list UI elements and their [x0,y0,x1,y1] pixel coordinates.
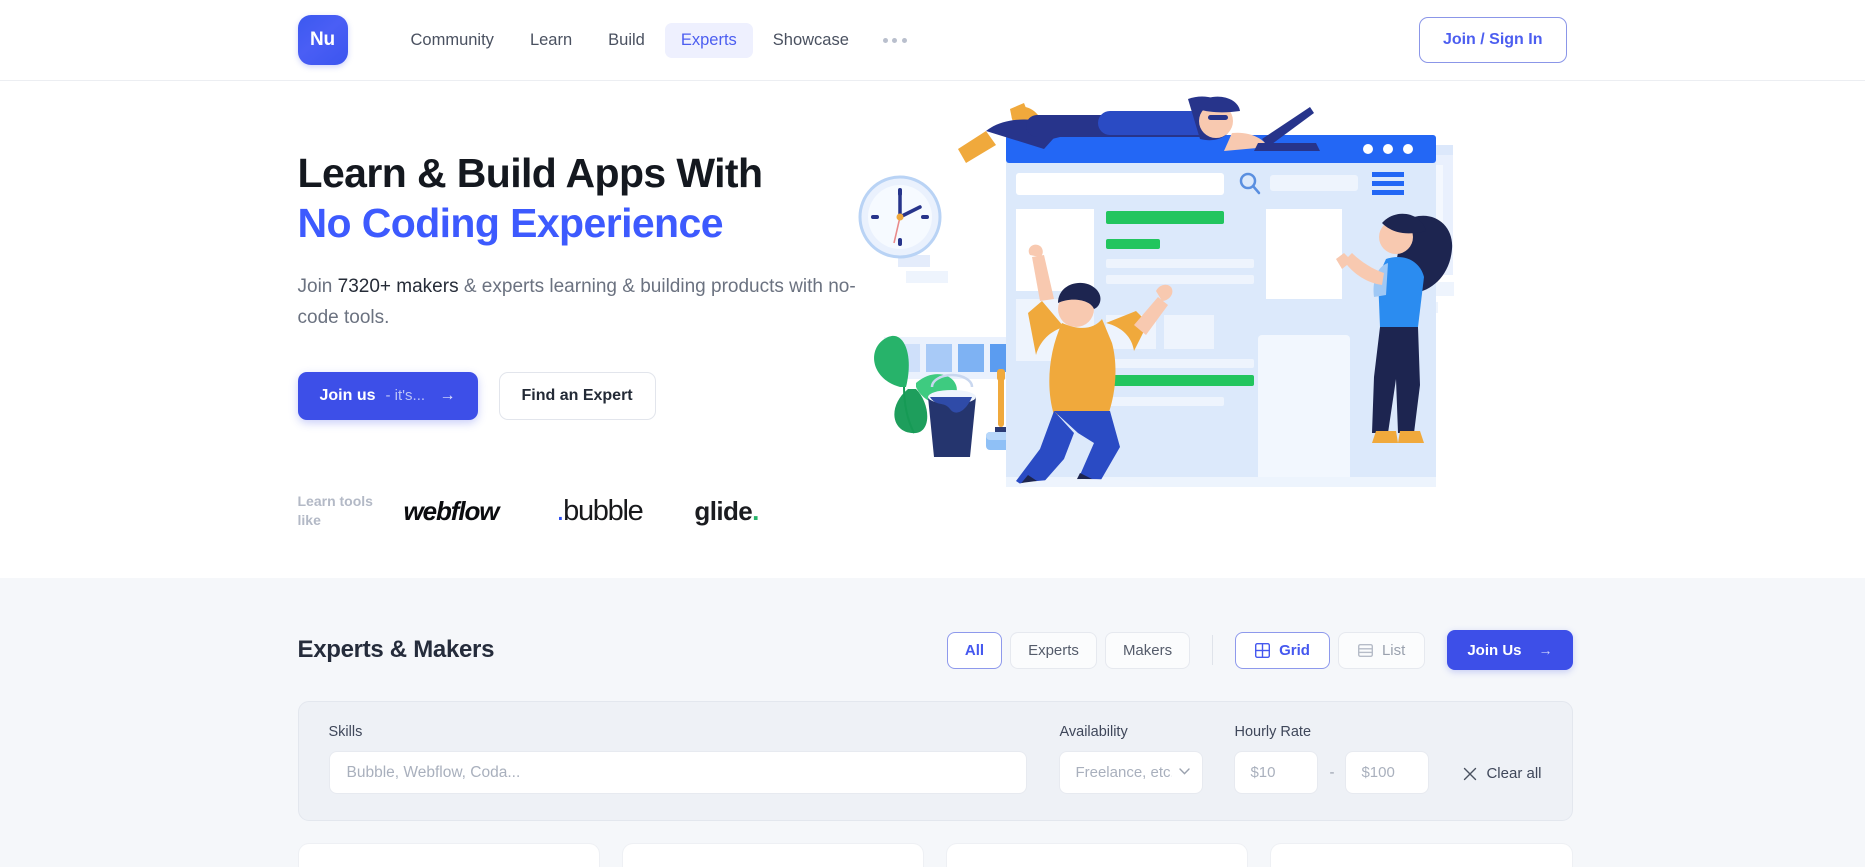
hero-subheading: Join 7320+ makers & experts learning & b… [298,272,868,334]
find-an-expert-button[interactable]: Find an Expert [498,371,656,420]
hourly-rate-row: - [1234,751,1430,794]
arrow-right-icon: → [1538,642,1553,658]
dot [882,37,888,43]
glide-logo: glide. [694,495,759,527]
hero-sub-prefix: Join [297,276,338,298]
clear-all-label: Clear all [1486,765,1542,782]
main-navigation: Community Learn Build Experts Showcase [395,22,921,58]
dot [901,37,907,43]
view-list-label: List [1381,641,1406,659]
webflow-logo: webflow [403,495,500,526]
ellipsis-icon[interactable] [869,28,921,53]
nav-item-experts[interactable]: Experts [664,22,753,58]
rate-max-input[interactable] [1345,751,1430,794]
view-grid-button[interactable]: Grid [1235,631,1330,669]
hourly-rate-filter-group: Hourly Rate - [1234,724,1430,794]
hero-content: Learn & Build Apps With No Coding Experi… [297,81,898,578]
join-us-section-button[interactable]: Join Us → [1447,630,1573,670]
expert-card[interactable] [621,843,924,867]
hero-inner: Learn & Build Apps With No Coding Experi… [293,81,1573,578]
join-us-sublabel: - it's... [385,387,426,405]
skills-filter-group: Skills [328,724,1028,794]
nav-item-showcase[interactable]: Showcase [757,23,865,58]
hero-heading-line1: Learn & Build Apps With [297,150,764,196]
rate-separator: - [1329,764,1335,781]
experts-section-title: Experts & Makers [297,636,495,663]
learn-tools-row: Learn tools like webflow .bubble glide. [298,492,898,531]
experts-section: Experts & Makers All Experts Makers Grid… [0,578,1865,867]
header-inner: Nu Community Learn Build Experts Showcas… [293,0,1573,80]
header-right: Join / Sign In [1418,17,1573,63]
arrow-right-icon: → [439,386,456,404]
hero-heading: Learn & Build Apps With No Coding Experi… [298,149,898,248]
learn-tools-label: Learn tools like [297,492,373,529]
expert-cards-strip [293,843,1573,867]
hero-section: Learn & Build Apps With No Coding Experi… [0,81,1865,578]
list-icon [1357,643,1373,657]
join-us-hero-button[interactable]: Join us - it's... → [297,371,478,420]
experts-inner: Experts & Makers All Experts Makers Grid… [293,578,1573,821]
glide-logo-text: glide [694,495,753,526]
rate-min-input[interactable] [1234,751,1319,794]
toolbar-divider [1212,635,1214,665]
availability-filter-group: Availability Freelance, etc. [1059,724,1234,794]
join-us-label: Join us [319,386,376,404]
filter-segment-group: All Experts Makers [946,631,1191,669]
segment-all[interactable]: All [946,631,1003,669]
filter-panel: Skills Availability Freelance, etc. Hour… [297,701,1573,821]
view-grid-label: Grid [1279,641,1310,659]
skills-label: Skills [328,724,363,740]
expert-card[interactable] [1270,843,1573,867]
segment-makers[interactable]: Makers [1104,631,1191,669]
bubble-logo: .bubble [556,494,644,528]
experts-controls: All Experts Makers Grid List Join Us → [946,630,1573,670]
segment-experts[interactable]: Experts [1010,631,1097,669]
join-signin-button[interactable]: Join / Sign In [1418,17,1567,63]
grid-icon [1255,642,1271,658]
nav-item-build[interactable]: Build [592,23,661,58]
skills-input[interactable] [328,751,1028,794]
logo-text: Nu [310,29,335,50]
site-logo[interactable]: Nu [297,15,348,65]
bubble-logo-text: bubble [563,494,644,527]
availability-select-wrap: Freelance, etc. [1059,751,1204,794]
hourly-rate-label: Hourly Rate [1234,724,1312,740]
close-x-icon [1464,767,1477,780]
join-us-section-label: Join Us [1467,641,1522,659]
clear-all-button[interactable]: Clear all [1463,765,1542,782]
experts-toolbar: Experts & Makers All Experts Makers Grid… [298,578,1573,670]
view-list-button[interactable]: List [1337,631,1426,669]
view-toggle-group: Grid List [1235,631,1426,669]
hero-illustration-area [858,81,1573,578]
hero-sub-highlight: 7320+ makers [337,276,459,298]
dot [892,37,898,43]
no-code-team-building-website-illustration [858,96,1454,487]
expert-card[interactable] [297,843,600,867]
availability-select[interactable]: Freelance, etc. [1059,751,1204,794]
availability-label: Availability [1059,724,1128,740]
hero-heading-line2: No Coding Experience [297,199,724,246]
site-header: Nu Community Learn Build Experts Showcas… [0,0,1865,81]
nav-item-learn[interactable]: Learn [514,23,588,58]
expert-card[interactable] [946,843,1249,867]
hero-cta-group: Join us - it's... → Find an Expert [297,371,898,420]
nav-item-community[interactable]: Community [395,23,510,58]
glide-dot: . [752,495,759,526]
